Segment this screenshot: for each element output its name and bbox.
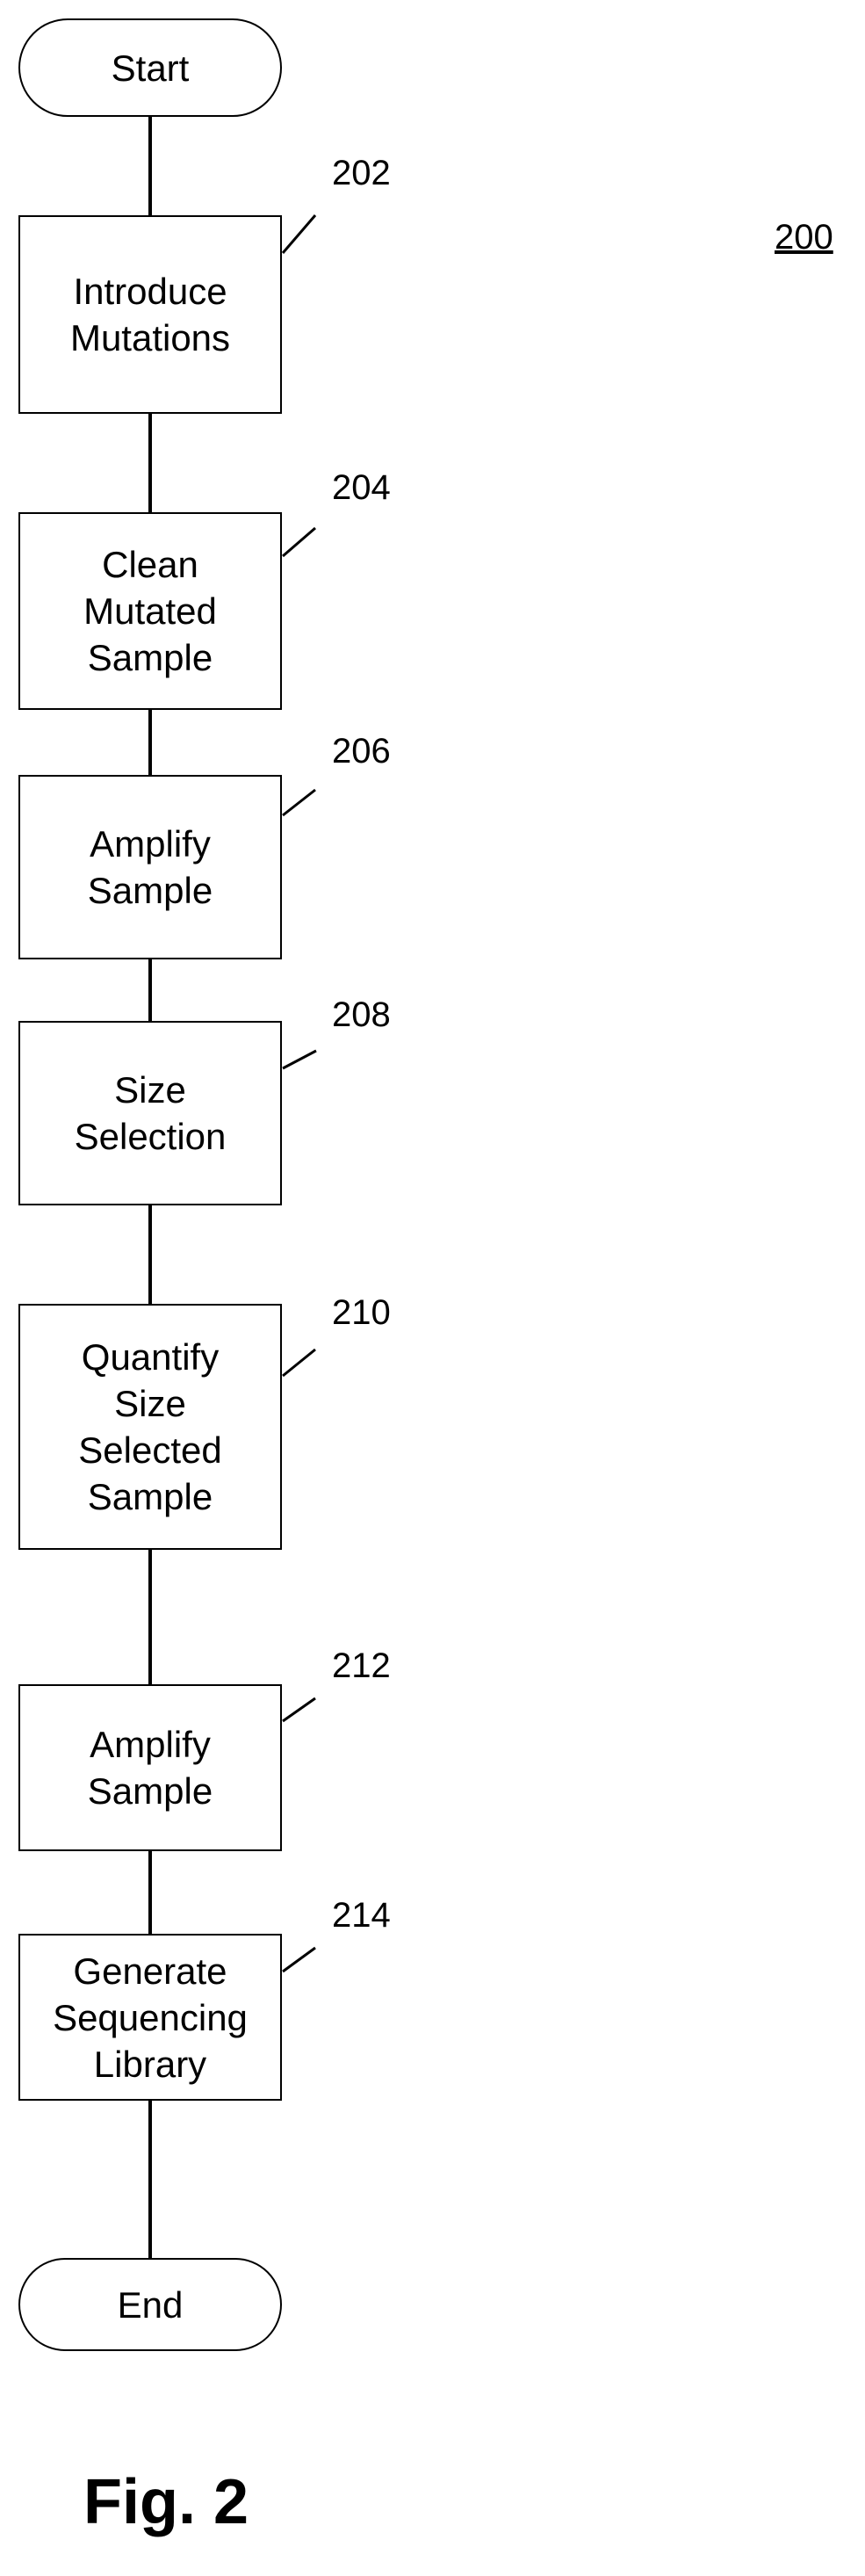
figure-caption: Fig. 2	[83, 2467, 249, 2537]
step-ref-208: 208	[332, 995, 391, 1034]
step-size-selection: Size Selection	[18, 1021, 282, 1205]
step-ref-206: 206	[332, 732, 391, 771]
figure-reference-number: 200	[775, 218, 833, 257]
step-generate-sequencing-library: Generate Sequencing Library	[18, 1934, 282, 2101]
leader-line-214	[282, 1946, 316, 1973]
leader-line-202	[281, 214, 317, 254]
step-ref-214: 214	[332, 1896, 391, 1935]
leader-line-206	[282, 788, 316, 817]
step-amplify-sample-2: Amplify Sample	[18, 1684, 282, 1851]
step-quantify-size-selected-sample: Quantify Size Selected Sample	[18, 1304, 282, 1550]
step-ref-212: 212	[332, 1646, 391, 1685]
step-ref-202: 202	[332, 154, 391, 192]
leader-line-208	[282, 1049, 317, 1070]
step-clean-mutated-sample: Clean Mutated Sample	[18, 512, 282, 710]
step-introduce-mutations: Introduce Mutations	[18, 215, 282, 414]
leader-line-204	[282, 526, 316, 558]
leader-line-210	[282, 1348, 316, 1378]
end-terminal: End	[18, 2258, 282, 2351]
step-amplify-sample-1: Amplify Sample	[18, 775, 282, 959]
step-ref-204: 204	[332, 468, 391, 507]
leader-line-212	[282, 1697, 316, 1723]
start-terminal: Start	[18, 18, 282, 117]
step-ref-210: 210	[332, 1293, 391, 1332]
